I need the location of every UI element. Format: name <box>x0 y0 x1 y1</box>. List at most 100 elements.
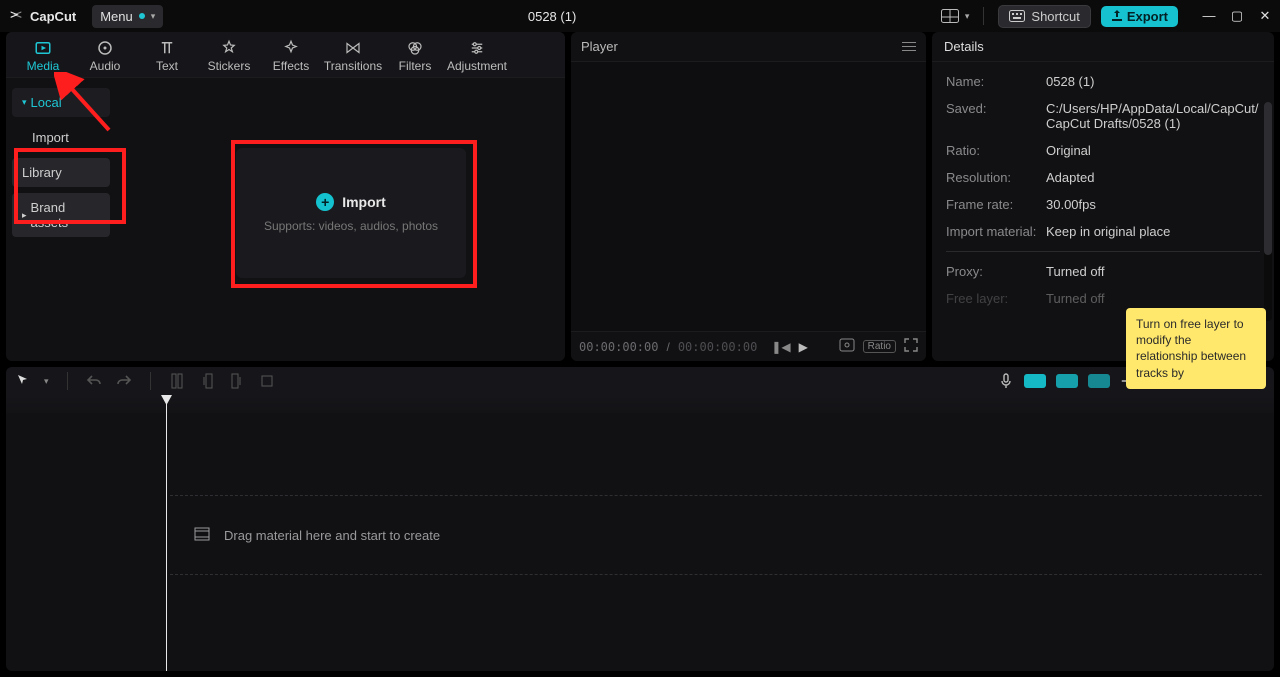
tab-text[interactable]: Text <box>136 39 198 77</box>
window-maximize-button[interactable]: ▢ <box>1230 8 1244 24</box>
window-close-button[interactable]: ✕ <box>1258 8 1272 24</box>
effects-icon <box>282 39 300 57</box>
chevron-down-icon: ▾ <box>151 11 156 22</box>
timeline-ruler[interactable] <box>6 395 1274 413</box>
details-import-key: Import material: <box>946 224 1046 239</box>
sidebar-item-library[interactable]: Library <box>12 158 110 187</box>
sidebar-brand-label: Brand assets <box>31 200 100 230</box>
player-controls: 00:00:00:00 / 00:00:00:00 ❚◀ ▶ Ratio <box>571 331 926 361</box>
details-proxy-key: Proxy: <box>946 264 1046 279</box>
import-title: Import <box>342 194 386 210</box>
project-title: 0528 (1) <box>163 9 941 24</box>
details-name-key: Name: <box>946 74 1046 89</box>
tab-transitions[interactable]: Transitions <box>322 39 384 77</box>
timeline-toolbar: ▾ ◯ ◯ <box>6 367 1274 395</box>
tab-effects[interactable]: Effects <box>260 39 322 77</box>
capcut-logo-icon <box>8 8 24 24</box>
playhead[interactable] <box>166 395 167 671</box>
tab-stickers[interactable]: Stickers <box>198 39 260 77</box>
details-freelayer-value: Turned off <box>1046 291 1260 306</box>
import-dropzone[interactable]: + Import Supports: videos, audios, photos <box>236 148 466 278</box>
timeline-empty-track[interactable]: Drag material here and start to create <box>170 495 1262 575</box>
chevron-down-icon: ▾ <box>22 97 27 108</box>
layout-preset-button[interactable]: ▾ <box>941 9 970 23</box>
shortcut-button[interactable]: Shortcut <box>998 5 1090 28</box>
player-menu-icon[interactable] <box>902 42 916 51</box>
tab-adjustment[interactable]: Adjustment <box>446 39 508 77</box>
details-framerate-value: 30.00fps <box>1046 197 1260 212</box>
text-icon <box>158 39 176 57</box>
sidebar-item-brand-assets[interactable]: ▸ Brand assets <box>12 193 110 237</box>
adjustment-icon <box>468 39 486 57</box>
tab-filters-label: Filters <box>399 59 432 73</box>
time-total: 00:00:00:00 <box>678 340 757 354</box>
fullscreen-icon[interactable] <box>904 338 918 355</box>
scrollbar-thumb[interactable] <box>1264 102 1272 255</box>
export-button[interactable]: Export <box>1101 6 1178 27</box>
media-sidebar: ▾Local Import Library ▸ Brand assets <box>6 78 116 361</box>
ratio-button[interactable]: Ratio <box>863 340 896 353</box>
app-name: CapCut <box>30 9 76 24</box>
player-prev-icon[interactable]: ❚◀ <box>771 340 790 354</box>
microphone-button[interactable] <box>998 373 1014 389</box>
player-panel: Player 00:00:00:00 / 00:00:00:00 ❚◀ ▶ Ra… <box>571 32 926 361</box>
delete-left-button[interactable] <box>199 373 215 389</box>
chevron-down-icon[interactable]: ▾ <box>44 376 49 387</box>
menu-button[interactable]: Menu ▾ <box>92 5 163 28</box>
details-ratio-key: Ratio: <box>946 143 1046 158</box>
details-saved-key: Saved: <box>946 101 1046 131</box>
track-magnet-button[interactable] <box>1088 374 1110 388</box>
divider <box>67 372 68 390</box>
tab-text-label: Text <box>156 59 178 73</box>
undo-button[interactable] <box>86 373 102 389</box>
export-icon <box>1111 10 1123 22</box>
tab-media[interactable]: Media <box>12 39 74 77</box>
import-subtitle: Supports: videos, audios, photos <box>264 219 438 233</box>
chevron-right-icon: ▸ <box>22 210 27 221</box>
top-tabs: Media Audio Text Stickers Effects <box>6 32 565 78</box>
stickers-icon <box>220 39 238 57</box>
details-import-value: Keep in original place <box>1046 224 1260 239</box>
details-title: Details <box>932 32 1274 62</box>
timeline-placeholder: Drag material here and start to create <box>224 528 440 543</box>
sidebar-item-local[interactable]: ▾Local <box>12 88 110 117</box>
details-proxy-value: Turned off <box>1046 264 1260 279</box>
player-viewport[interactable] <box>571 62 926 331</box>
tab-filters[interactable]: Filters <box>384 39 446 77</box>
split-button[interactable] <box>169 373 185 389</box>
window-minimize-button[interactable]: — <box>1202 8 1216 24</box>
tab-media-label: Media <box>27 59 60 73</box>
tab-stickers-label: Stickers <box>208 59 251 73</box>
app-logo: CapCut <box>8 8 76 24</box>
player-play-icon[interactable]: ▶ <box>799 340 808 354</box>
divider <box>150 372 151 390</box>
media-icon <box>34 39 52 57</box>
tab-adjustment-label: Adjustment <box>447 59 507 73</box>
player-title: Player <box>581 39 618 54</box>
titlebar-right: ▾ Shortcut Export — ▢ ✕ <box>941 5 1272 28</box>
scrollbar[interactable] <box>1264 102 1272 321</box>
tab-audio[interactable]: Audio <box>74 39 136 77</box>
redo-button[interactable] <box>116 373 132 389</box>
plus-icon: + <box>316 193 334 211</box>
menu-button-label: Menu <box>100 9 133 24</box>
selection-tool-button[interactable] <box>16 373 30 390</box>
details-resolution-value: Adapted <box>1046 170 1260 185</box>
crop-button[interactable] <box>259 373 275 389</box>
export-label: Export <box>1127 9 1168 24</box>
time-current: 00:00:00:00 <box>579 340 658 354</box>
details-saved-value: C:/Users/HP/AppData/Local/CapCut/CapCut … <box>1046 101 1260 131</box>
divider <box>946 251 1260 252</box>
track-magnet-button[interactable] <box>1056 374 1078 388</box>
delete-right-button[interactable] <box>229 373 245 389</box>
player-compare-icon[interactable] <box>839 338 855 355</box>
time-separator: / <box>666 340 669 354</box>
track-magnet-main[interactable] <box>1024 374 1046 388</box>
menu-indicator-dot <box>139 13 145 19</box>
transitions-icon <box>344 39 362 57</box>
film-icon <box>194 527 210 544</box>
details-resolution-key: Resolution: <box>946 170 1046 185</box>
sidebar-library-label: Library <box>22 165 62 180</box>
timeline[interactable]: Drag material here and start to create <box>6 395 1274 671</box>
sidebar-item-import[interactable]: Import <box>12 123 110 152</box>
